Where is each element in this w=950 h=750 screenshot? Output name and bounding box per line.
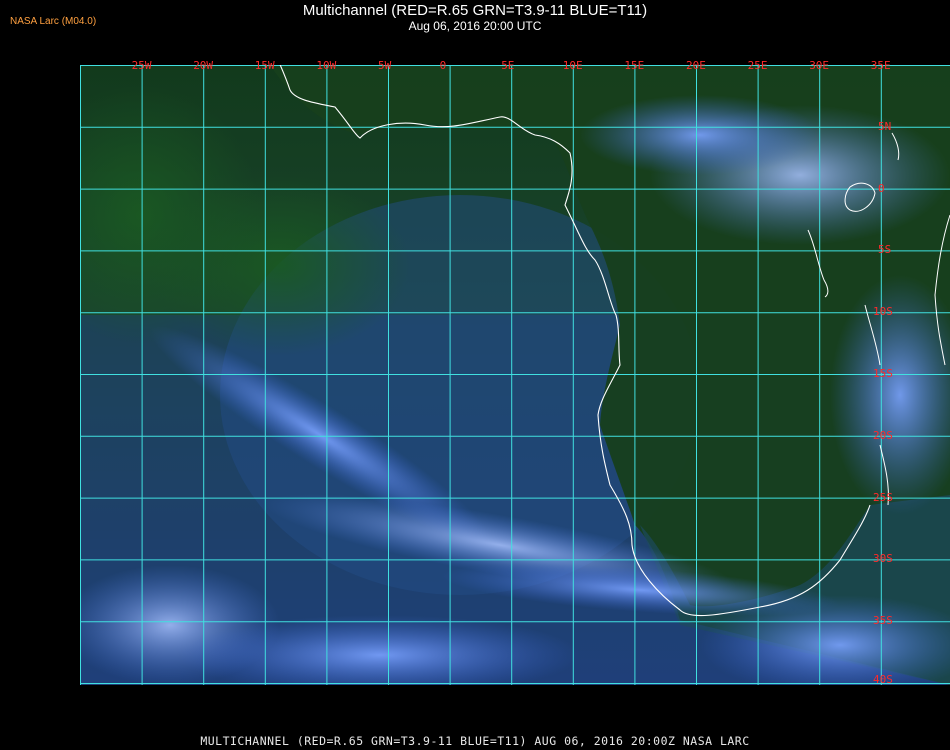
lon-label: 35E xyxy=(870,59,891,72)
image-timestamp: Aug 06, 2016 20:00 UTC xyxy=(408,19,542,33)
lon-label: 30E xyxy=(809,59,830,72)
lat-label: 40S xyxy=(873,673,893,686)
lon-label: 15W xyxy=(254,59,275,72)
lon-label: 25E xyxy=(747,59,768,72)
lon-label: 5E xyxy=(501,59,515,72)
green-patch-central xyxy=(150,175,410,355)
lon-label: 5W xyxy=(378,59,392,72)
footer-caption: MULTICHANNEL (RED=R.65 GRN=T3.9-11 BLUE=… xyxy=(200,734,750,748)
lon-label: 10W xyxy=(316,59,337,72)
lat-label: 20S xyxy=(873,428,893,442)
lat-label: 30S xyxy=(873,552,893,566)
lon-label: 25W xyxy=(131,59,152,72)
lat-label: 5S xyxy=(878,243,892,257)
lon-label: 0 xyxy=(439,59,447,72)
lat-label: 0 xyxy=(878,181,885,195)
lon-label: 10E xyxy=(562,59,583,72)
lat-label: 25S xyxy=(873,490,893,504)
lat-label: 35S xyxy=(873,614,893,628)
satellite-imagery xyxy=(20,42,950,695)
satellite-map: 25W 20W 15W 10W 5W 0 5E 10E 15E 20E 25E 30E 35E 5N 0 5… xyxy=(20,42,950,695)
image-title: Multichannel (RED=R.65 GRN=T3.9-11 BLUE=… xyxy=(302,2,648,19)
lon-label: 15E xyxy=(624,59,645,72)
lat-label: 5N xyxy=(878,119,892,133)
lon-label: 20E xyxy=(686,59,706,72)
lon-label: 20W xyxy=(193,59,214,72)
lat-label: 10S xyxy=(873,305,893,319)
cloud-band-north-2 xyxy=(580,95,820,175)
lat-label: 15S xyxy=(873,367,893,380)
